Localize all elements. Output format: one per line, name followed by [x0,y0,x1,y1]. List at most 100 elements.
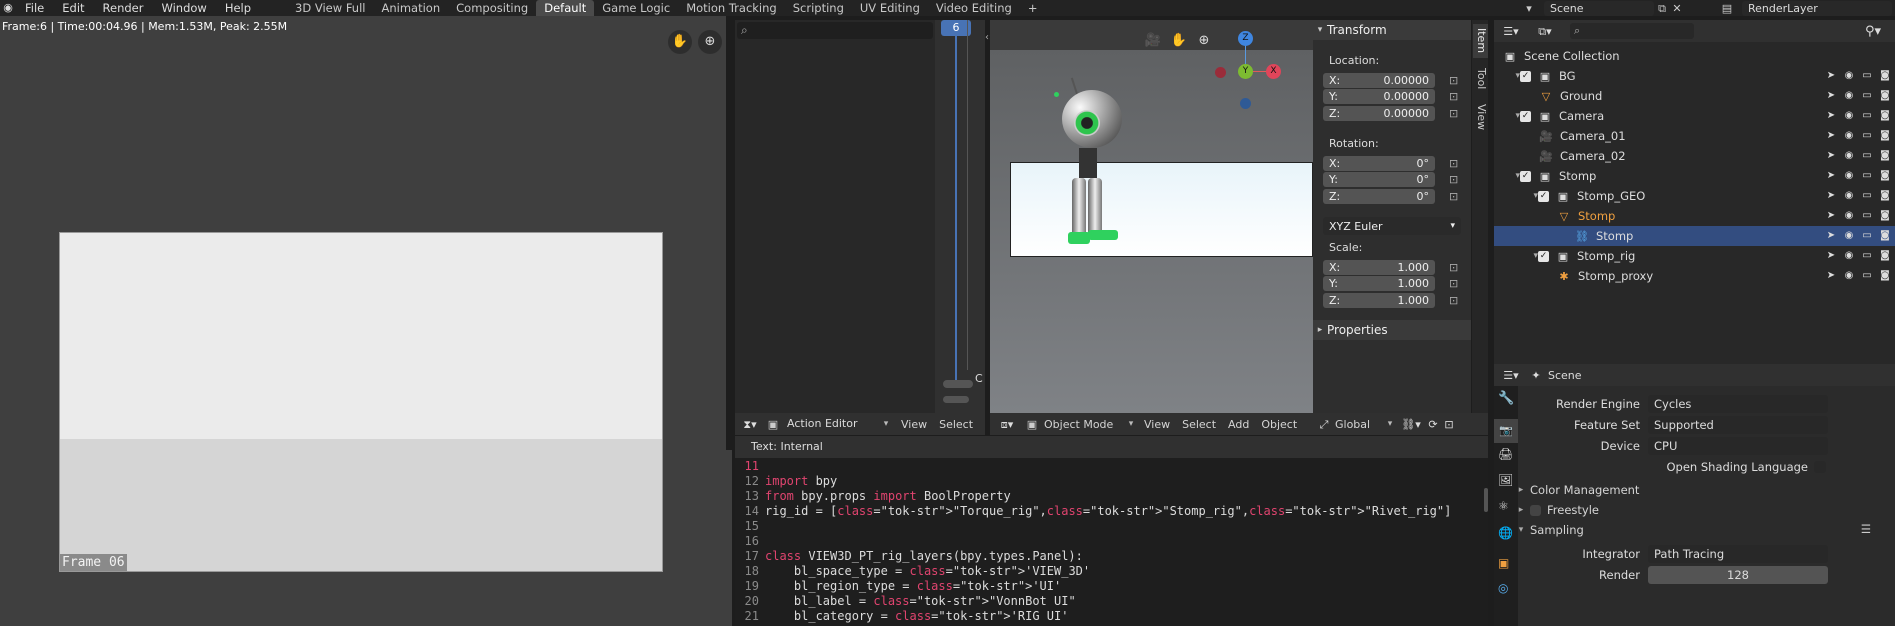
camera-toggle-icon[interactable]: ◙ [1879,271,1891,281]
menu-edit[interactable]: Edit [53,0,93,16]
workspace-tab-default[interactable]: Default [536,0,595,16]
code-line[interactable]: 16 [735,534,1475,549]
menu-help[interactable]: Help [216,0,260,16]
lock-icon[interactable]: ⊡ [1449,108,1458,119]
editor-type-icon[interactable]: ☰▾ [1494,26,1528,37]
scene-settings-icon[interactable]: ⚛ [1498,500,1509,512]
freestyle-checkbox[interactable] [1530,504,1541,516]
menu-select[interactable]: Select [937,418,975,431]
eye-toggle-icon[interactable]: ◉ [1843,231,1855,241]
outliner-item[interactable]: ⛓ Stomp ➤ ◉ ▭ ◙ [1494,226,1895,246]
editor-type-icon[interactable]: ⧗▾ [735,419,765,430]
lock-icon[interactable]: ⊡ [1449,262,1458,273]
device-dropdown[interactable]: CPU [1648,437,1828,455]
horizontal-scrollbar-secondary[interactable] [943,396,969,403]
lock-icon[interactable]: ⊡ [1449,75,1458,86]
location-z-field[interactable]: Z: 0.00000 [1323,105,1435,121]
code-line[interactable]: 21 bl_category = class="tok-str">'RIG UI… [735,609,1475,624]
sampling-panel[interactable]: Sampling [1530,523,1584,537]
hand-pan-icon[interactable]: ✋ [1168,30,1190,52]
tab-item[interactable]: Item [1473,24,1488,58]
expand-toggle-icon[interactable]: ▾ [1494,191,1538,201]
editor-type-icon[interactable]: ⧈▾ [990,419,1024,430]
workspace-tab-compositing[interactable]: Compositing [448,0,536,16]
expand-toggle-icon[interactable]: ▾ [1494,171,1520,181]
exclude-checkbox[interactable]: ✓ [1520,110,1531,122]
code-line[interactable]: 14 rig_id = [class="tok-str">"Torque_rig"… [735,504,1475,519]
eye-toggle-icon[interactable]: ◉ [1843,151,1855,161]
workspace-tab-video-editing[interactable]: Video Editing [928,0,1020,16]
workspace-tab-animation[interactable]: Animation [373,0,448,16]
properties-panel-header[interactable]: ▸ Properties [1313,320,1471,340]
list-icon[interactable]: ☰ [1861,524,1871,536]
menu-view[interactable]: View [891,418,937,431]
select-toggle-icon[interactable]: ➤ [1825,271,1837,281]
render-settings-icon[interactable]: 📷 [1494,419,1518,443]
select-toggle-icon[interactable]: ➤ [1825,151,1837,161]
exclude-checkbox[interactable]: ✓ [1520,70,1531,82]
workspace-tab-game-logic[interactable]: Game Logic [594,0,678,16]
rotation-mode-dropdown[interactable]: XYZ Euler ▾ [1323,217,1461,235]
osl-checkbox[interactable] [1814,461,1826,473]
zoom-icon[interactable]: ⊕ [698,30,722,54]
monitor-toggle-icon[interactable]: ▭ [1861,211,1873,221]
exclude-checkbox[interactable]: ✓ [1520,170,1531,182]
scene-name-field[interactable]: Scene [1544,0,1654,16]
select-toggle-icon[interactable]: ➤ [1825,71,1837,81]
menu-add[interactable]: Add [1222,418,1255,431]
area-divider[interactable] [726,16,732,450]
camera-toggle-icon[interactable]: ◙ [1879,211,1891,221]
outliner-scene-collection[interactable]: ▣ Scene Collection [1494,46,1895,66]
rotation-x-field[interactable]: X: 0° [1323,155,1435,171]
camera-toggle-icon[interactable]: ◙ [1879,151,1891,161]
outliner-item[interactable]: ▾ ✓ ▣ Stomp_GEO ➤ ◉ ▭ ◙ [1494,186,1895,206]
output-settings-icon[interactable]: 🖨 [1498,448,1513,460]
camera-toggle-icon[interactable]: ◙ [1879,251,1891,261]
timeline-channel-area[interactable]: 6 C [935,20,985,413]
monitor-toggle-icon[interactable]: ▭ [1861,271,1873,281]
render-engine-dropdown[interactable]: Cycles [1648,395,1828,413]
camera-view-icon[interactable]: 🎥 [1142,30,1164,52]
add-workspace-button[interactable]: + [1020,0,1046,16]
lock-icon[interactable]: ⊡ [1449,91,1458,102]
feature-set-dropdown[interactable]: Supported [1648,416,1828,434]
text-editor[interactable]: Text: Internal 11 12 import bpy 13 from bpy.… [735,436,1488,626]
monitor-toggle-icon[interactable]: ▭ [1861,251,1873,261]
outliner-item[interactable]: ▾ ✓ ▣ Camera ➤ ◉ ▭ ◙ [1494,106,1895,126]
location-x-field[interactable]: X: 0.00000 [1323,72,1435,88]
monitor-toggle-icon[interactable]: ▭ [1861,91,1873,101]
menu-window[interactable]: Window [152,0,215,16]
code-line[interactable]: 18 bl_space_type = class="tok-str">'VIEW… [735,564,1475,579]
lock-icon[interactable]: ⊡ [1449,278,1458,289]
horizontal-scrollbar[interactable] [943,380,973,388]
select-toggle-icon[interactable]: ➤ [1825,211,1837,221]
monitor-toggle-icon[interactable]: ▭ [1861,231,1873,241]
proportional-edit-icon[interactable]: ⊡ [1441,419,1457,430]
select-toggle-icon[interactable]: ➤ [1825,251,1837,261]
lock-icon[interactable]: ⊡ [1449,191,1458,202]
workspace-tab-3d-view-full[interactable]: 3D View Full [287,0,373,16]
code-line[interactable]: 12 import bpy [735,474,1475,489]
code-line[interactable]: 17 class VIEW3D_PT_rig_layers(bpy.types.P… [735,549,1475,564]
integrator-dropdown[interactable]: Path Tracing [1648,545,1828,563]
expand-toggle-icon[interactable]: ▾ [1494,71,1520,81]
scale-y-field[interactable]: Y: 1.000 [1323,276,1435,291]
eye-toggle-icon[interactable]: ◉ [1843,91,1855,101]
orientation-dropdown[interactable]: Global [1335,418,1383,431]
mode-dropdown[interactable]: Action Editor [781,415,881,433]
menu-object[interactable]: Object [1255,418,1303,431]
eye-toggle-icon[interactable]: ◉ [1843,111,1855,121]
view-layer-selector[interactable]: ▤ RenderLayer [1712,0,1895,16]
tab-tool[interactable]: Tool [1473,62,1488,96]
3d-viewport[interactable]: 🎥 ✋ ⊕ Z Y X [990,20,1313,413]
menu-view[interactable]: View [1138,418,1176,431]
gizmo-x-axis[interactable]: X [1266,64,1281,79]
outliner-item[interactable]: ✱ Stomp_proxy ➤ ◉ ▭ ◙ [1494,266,1895,286]
expand-toggle-icon[interactable]: ▾ [1494,111,1520,121]
menu-select[interactable]: Select [1176,418,1222,431]
color-management-panel[interactable]: Color Management [1530,483,1639,497]
copy-icon[interactable]: ⧉ [1654,3,1670,14]
monitor-toggle-icon[interactable]: ▭ [1861,71,1873,81]
channel-search-input[interactable]: ⌕ [737,22,933,39]
select-toggle-icon[interactable]: ➤ [1825,231,1837,241]
